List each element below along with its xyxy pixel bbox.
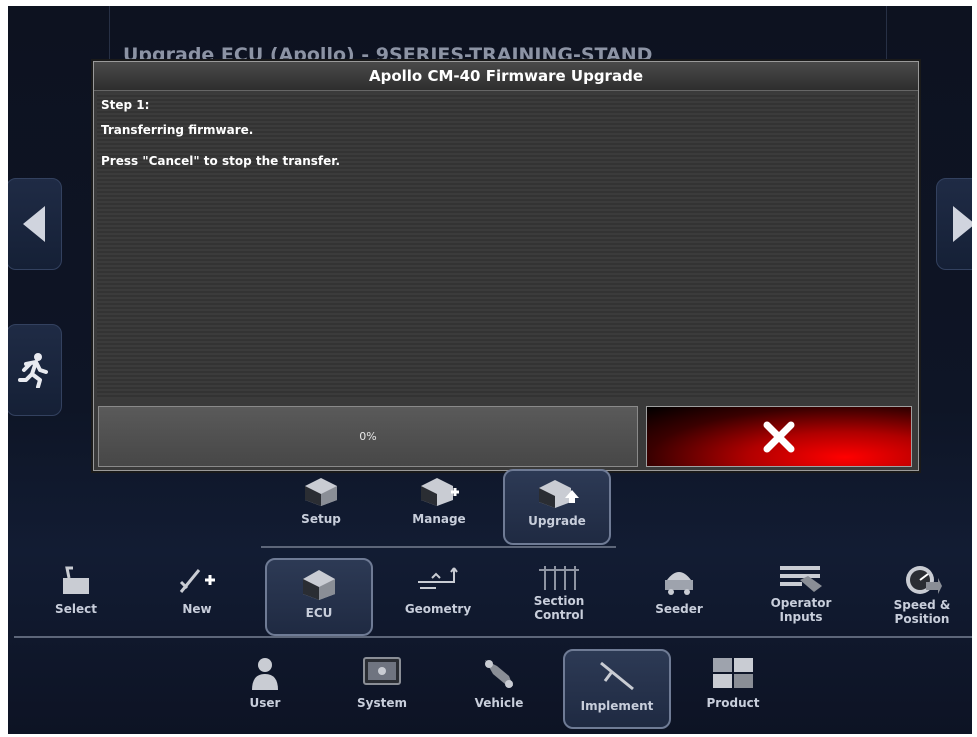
step-label: Step 1: [101,98,150,112]
ecu-upgrade-icon [505,478,609,508]
tab-speed-position[interactable]: Speed & Position [872,564,972,626]
tab-select[interactable]: Select [26,564,126,616]
geometry-icon [388,564,488,596]
speed-position-icon [872,564,972,596]
chevron-right-icon [953,206,972,242]
tab-product[interactable]: Product [683,656,783,710]
tab-label: User [249,696,281,710]
previous-page-button[interactable] [8,178,62,270]
product-icon [683,656,783,690]
progress-indicator: 0% [98,406,638,467]
tab-system[interactable]: System [332,656,432,710]
frame-line [109,6,110,66]
tab-label: Product [706,696,760,710]
ecu-icon [267,568,371,600]
chevron-left-icon [23,206,45,242]
tab-label-line2: Position [894,612,950,626]
user-icon [215,656,315,690]
tab-label: ECU [305,606,333,620]
tab-setup[interactable]: Setup [271,476,371,526]
system-icon [332,656,432,690]
tab-implement[interactable]: Implement [563,649,671,729]
ecu-setup-icon [271,476,371,506]
operator-inputs-icon [751,564,851,594]
close-icon [763,421,795,452]
tab-label: Manage [412,512,466,526]
tab-geometry[interactable]: Geometry [388,564,488,616]
new-icon [147,564,247,596]
exit-button[interactable] [8,324,62,416]
tab-seeder[interactable]: Seeder [629,564,729,616]
tab-label: Setup [301,512,341,526]
tab-label: Vehicle [474,696,524,710]
tab-label: Select [55,602,97,616]
vehicle-icon [449,656,549,690]
section-control-icon [509,564,609,592]
running-person-icon [18,353,48,388]
main-screen: Upgrade ECU (Apollo) - 9SERIES-TRAINING-… [8,6,972,734]
tab-label-line1: Section [533,594,585,608]
status-message: Transferring firmware. [101,123,254,137]
tab-new[interactable]: New [147,564,247,616]
divider-line [14,636,972,638]
frame-line [886,6,887,66]
tab-label: System [357,696,407,710]
divider-line [261,546,616,548]
progress-percent: 0% [359,430,377,443]
select-icon [26,564,126,596]
tab-label: Seeder [655,602,703,616]
tab-section-control[interactable]: Section Control [509,564,609,622]
tab-label-line2: Control [534,608,584,622]
tab-operator-inputs[interactable]: Operator Inputs [751,564,851,624]
tab-label-line2: Inputs [779,610,823,624]
tab-user[interactable]: User [215,656,315,710]
tab-label-line1: Operator [770,596,832,610]
implement-icon [565,659,669,693]
firmware-upgrade-dialog: Apollo CM-40 Firmware Upgrade Step 1: Tr… [93,61,919,471]
tab-label: Implement [580,699,654,713]
next-page-button[interactable] [936,178,972,270]
tab-label: New [182,602,212,616]
tab-label-line1: Speed & [893,598,951,612]
dialog-message-area: Step 1: Transferring firmware. Press "Ca… [97,93,915,399]
dialog-title: Apollo CM-40 Firmware Upgrade [94,62,918,91]
tab-ecu[interactable]: ECU [265,558,373,636]
ecu-manage-icon [389,476,489,506]
tab-label: Upgrade [528,514,586,528]
tab-upgrade[interactable]: Upgrade [503,469,611,545]
tab-label: Geometry [404,602,472,616]
cancel-button[interactable] [646,406,912,467]
tab-manage[interactable]: Manage [389,476,489,526]
instruction-text: Press "Cancel" to stop the transfer. [101,154,341,168]
tab-vehicle[interactable]: Vehicle [449,656,549,710]
seeder-icon [629,564,729,596]
